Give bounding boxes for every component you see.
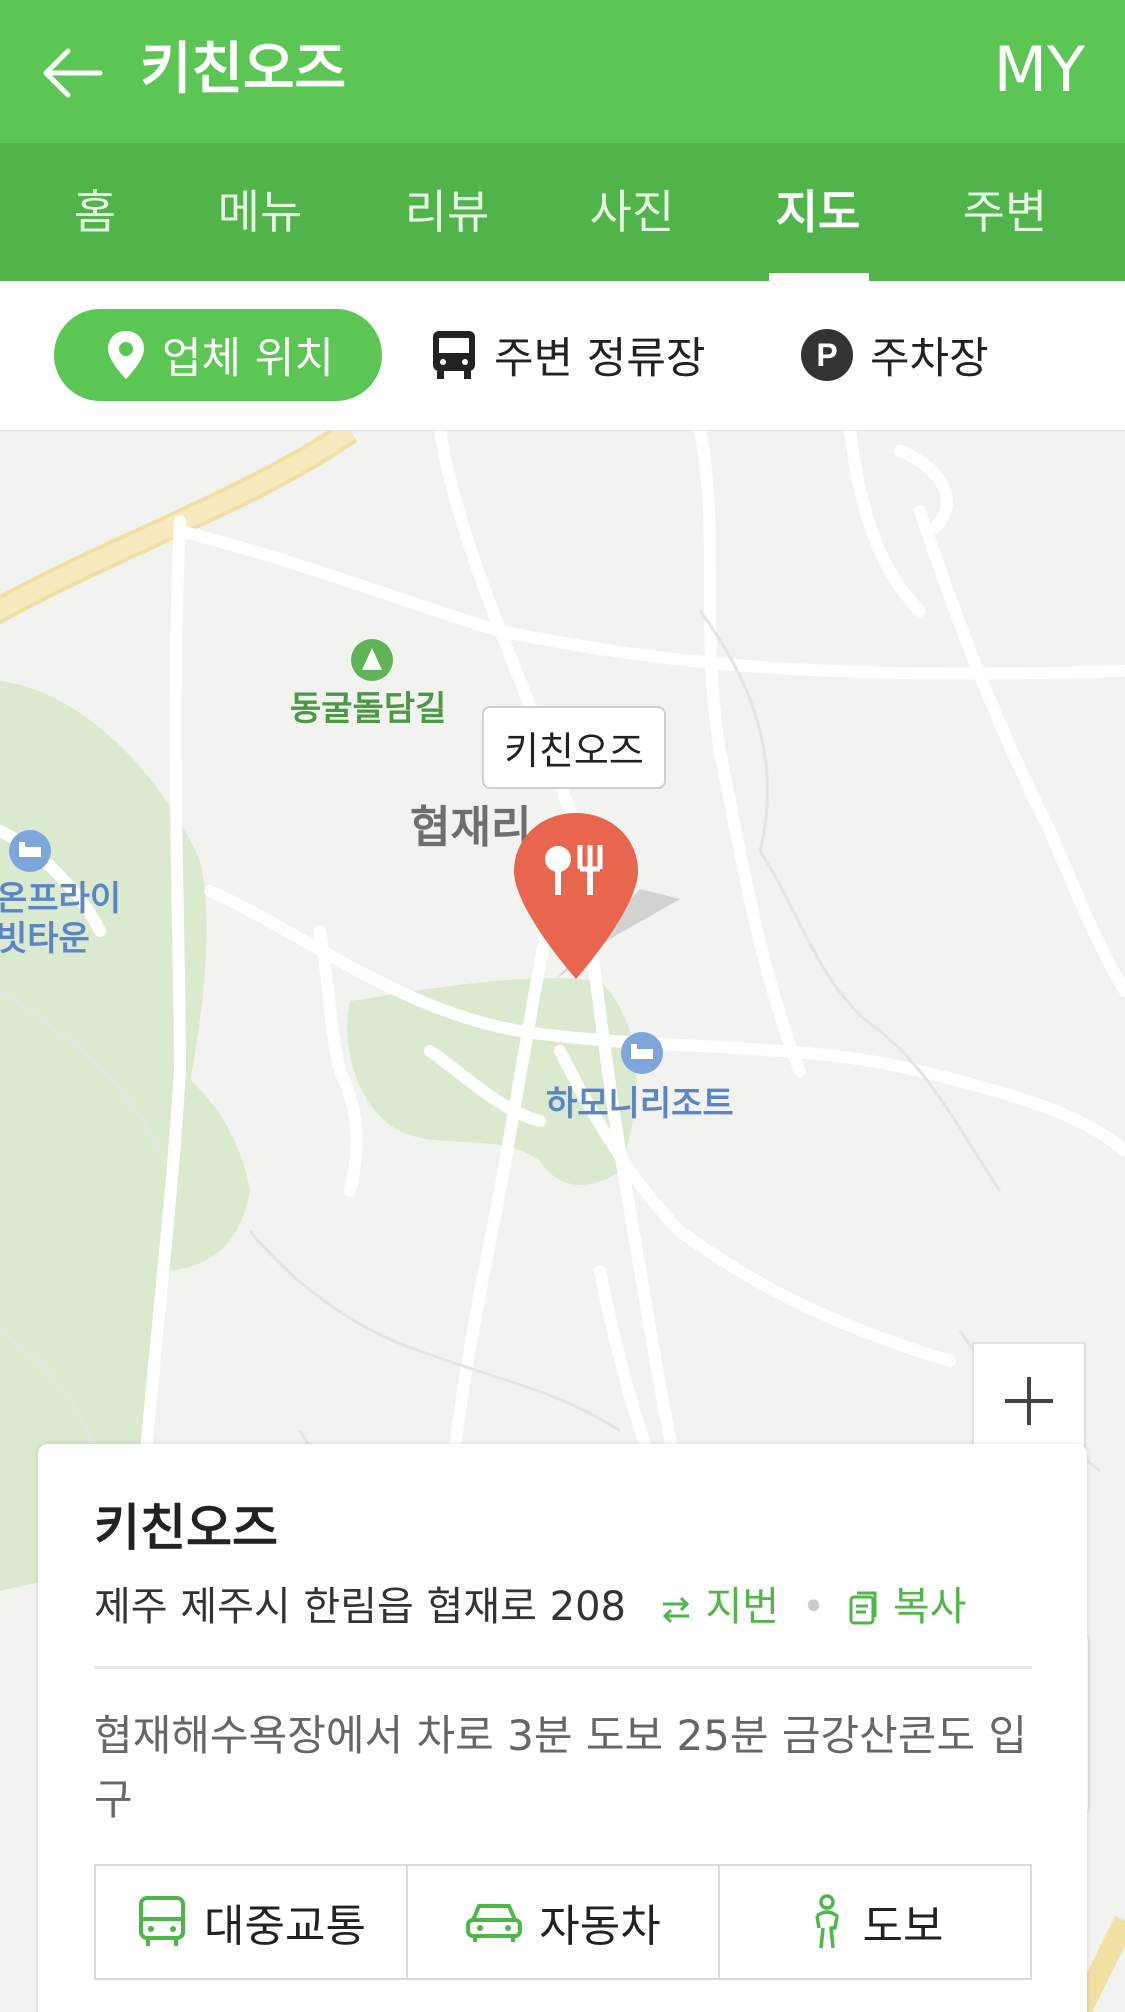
svg-text:P: P	[816, 337, 837, 373]
location-pin-icon	[108, 331, 144, 379]
bus-icon	[433, 331, 475, 379]
walking-route-button[interactable]: 도보	[720, 1866, 1030, 1978]
tab-bar: 홈 메뉴 리뷰 사진 지도 주변	[0, 143, 1125, 281]
map-filter-bar: 업체 위치 주변 정류장 P 주차장	[0, 281, 1125, 432]
card-divider	[94, 1666, 1032, 1669]
zoom-in-button[interactable]	[974, 1344, 1084, 1459]
directions-description: 협재해수욕장에서 차로 3분 도보 25분 금강산콘도 입구	[94, 1711, 1028, 1824]
marker-tooltip: 키친오즈	[482, 706, 666, 789]
my-button[interactable]: MY	[994, 30, 1085, 110]
top-app-bar: 키친오즈 MY	[0, 0, 1125, 143]
jibun-toggle[interactable]: 지번	[659, 1584, 792, 1630]
restaurant-marker[interactable]	[510, 809, 710, 1013]
map-view[interactable]: 동굴돌담길 협재리 온프라이 빗타운 하모니리조트 키친오즈 키친오즈 제주 제…	[0, 431, 1125, 2012]
filter-parking[interactable]: P 주차장	[800, 309, 989, 401]
lodging-icon	[620, 1031, 664, 1079]
road-address: 제주 제주시 한림읍 협재로 208	[94, 1584, 627, 1630]
copy-label: 복사	[892, 1584, 967, 1630]
address-line: 제주 제주시 한림읍 협재로 208 지번 • 복사	[94, 1574, 966, 1632]
route-label: 도보	[862, 1901, 944, 1952]
map-label-left-place-line2: 빗타운	[0, 919, 90, 959]
public-transit-button[interactable]: 대중교통	[96, 1866, 408, 1978]
filter-business-location[interactable]: 업체 위치	[54, 309, 382, 401]
place-name: 키친오즈	[94, 1499, 278, 1557]
tab-photo[interactable]: 사진	[547, 143, 717, 281]
car-icon	[466, 1904, 523, 1942]
route-options: 대중교통 자동차 도보	[94, 1864, 1032, 1980]
separator-dot: •	[801, 1584, 826, 1630]
active-tab-indicator	[769, 273, 869, 281]
jibun-label: 지번	[705, 1584, 780, 1630]
tab-nearby[interactable]: 주변	[920, 143, 1090, 281]
map-label-resort: 하모니리조트	[546, 1084, 734, 1124]
swap-arrows-icon	[662, 1596, 689, 1624]
tab-home[interactable]: 홈	[10, 143, 180, 281]
copy-icon	[849, 1591, 877, 1625]
tab-review[interactable]: 리뷰	[362, 143, 532, 281]
lodging-icon	[8, 829, 52, 877]
tab-map[interactable]: 지도	[733, 143, 903, 281]
filter-label: 주차장	[870, 334, 989, 384]
plus-icon	[1005, 1376, 1053, 1425]
copy-address-button[interactable]: 복사	[848, 1584, 966, 1630]
place-info-card: 키친오즈 제주 제주시 한림읍 협재로 208 지번 • 복사 협재해수욕장에서…	[38, 1444, 1087, 2012]
car-route-button[interactable]: 자동차	[408, 1866, 720, 1978]
walking-person-icon	[814, 1894, 839, 1949]
map-label-trail: 동굴돌담길	[290, 689, 447, 729]
filter-label: 업체 위치	[162, 334, 334, 384]
back-arrow-icon[interactable]	[38, 38, 108, 108]
bus-outline-icon	[139, 1896, 186, 1946]
page-title: 키친오즈	[140, 37, 347, 102]
parking-icon: P	[801, 329, 853, 381]
route-label: 대중교통	[204, 1901, 366, 1952]
filter-nearby-stops[interactable]: 주변 정류장	[430, 309, 705, 401]
route-label: 자동차	[539, 1901, 661, 1952]
filter-label: 주변 정류장	[494, 334, 706, 384]
tab-menu[interactable]: 메뉴	[175, 143, 345, 281]
campsite-icon	[350, 638, 394, 686]
